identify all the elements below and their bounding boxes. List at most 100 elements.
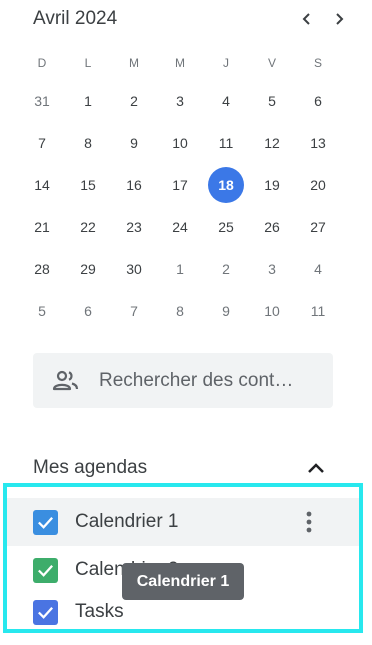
day-cell[interactable]: 6: [65, 290, 111, 332]
day-cell[interactable]: 9: [203, 290, 249, 332]
day-number: 3: [268, 261, 276, 277]
day-number: 10: [172, 135, 188, 151]
day-number: 25: [218, 219, 234, 235]
chevron-up-icon[interactable]: [302, 454, 330, 482]
day-number: 3: [176, 93, 184, 109]
day-cell[interactable]: 17: [157, 164, 203, 206]
day-cell[interactable]: 9: [111, 122, 157, 164]
chevron-left-icon: [302, 13, 310, 25]
day-cell-today[interactable]: 18: [203, 164, 249, 206]
day-number: 10: [264, 303, 280, 319]
day-cell[interactable]: 26: [249, 206, 295, 248]
day-number: 13: [310, 135, 326, 151]
next-month-button[interactable]: [326, 6, 352, 32]
mini-calendar-header: Avril 2024: [33, 6, 352, 32]
week-row: 21 22 23 24 25 26 27: [19, 206, 342, 248]
weekday-label: S: [313, 56, 322, 70]
day-number: 22: [80, 219, 96, 235]
day-cell[interactable]: 11: [203, 122, 249, 164]
day-cell[interactable]: 4: [203, 80, 249, 122]
calendar-item[interactable]: Calendrier 1: [7, 498, 359, 546]
day-cell[interactable]: 8: [65, 122, 111, 164]
day-cell[interactable]: 22: [65, 206, 111, 248]
week-row: 14 15 16 17 18 19 20: [19, 164, 342, 206]
day-cell[interactable]: 14: [19, 164, 65, 206]
day-cell[interactable]: 25: [203, 206, 249, 248]
day-number: 15: [80, 177, 96, 193]
people-search[interactable]: [33, 353, 333, 408]
day-number: 14: [34, 177, 50, 193]
people-icon: [52, 369, 80, 393]
day-number: 5: [38, 303, 46, 319]
day-cell[interactable]: 8: [157, 290, 203, 332]
checkmark-icon: [38, 564, 53, 577]
day-number: 8: [176, 303, 184, 319]
day-cell[interactable]: 21: [19, 206, 65, 248]
day-number: 11: [218, 135, 234, 151]
day-cell[interactable]: 19: [249, 164, 295, 206]
day-number: 8: [84, 135, 92, 151]
day-cell[interactable]: 3: [157, 80, 203, 122]
day-number: 2: [130, 93, 138, 109]
day-cell[interactable]: 28: [19, 248, 65, 290]
day-cell[interactable]: 24: [157, 206, 203, 248]
week-row: 31 1 2 3 4 5 6: [19, 80, 342, 122]
day-cell[interactable]: 15: [65, 164, 111, 206]
day-cell[interactable]: 10: [157, 122, 203, 164]
day-number: 6: [314, 93, 322, 109]
day-cell[interactable]: 29: [65, 248, 111, 290]
day-number: 12: [264, 135, 280, 151]
day-number: 29: [80, 261, 96, 277]
weekday-row: DLMMJVS: [19, 46, 342, 80]
day-cell[interactable]: 6: [295, 80, 341, 122]
day-cell[interactable]: 30: [111, 248, 157, 290]
day-cell[interactable]: 2: [111, 80, 157, 122]
day-number: 7: [38, 135, 46, 151]
my-calendars-header[interactable]: Mes agendas: [33, 454, 333, 482]
day-number: 4: [314, 261, 322, 277]
day-number: 1: [84, 93, 92, 109]
weekday-label: J: [223, 56, 229, 70]
day-cell[interactable]: 31: [19, 80, 65, 122]
day-cell[interactable]: 5: [249, 80, 295, 122]
month-title: Avril 2024: [33, 8, 118, 29]
day-cell[interactable]: 5: [19, 290, 65, 332]
day-cell[interactable]: 7: [111, 290, 157, 332]
day-number: 2: [222, 261, 230, 277]
weekday-label: M: [129, 56, 139, 70]
day-cell[interactable]: 1: [157, 248, 203, 290]
day-cell[interactable]: 20: [295, 164, 341, 206]
people-search-input[interactable]: [99, 369, 319, 392]
day-number: 7: [130, 303, 138, 319]
weekday-label: D: [37, 56, 47, 70]
day-cell[interactable]: 3: [249, 248, 295, 290]
calendar-label: Tasks: [75, 601, 124, 622]
day-number: 27: [310, 219, 326, 235]
day-cell[interactable]: 1: [65, 80, 111, 122]
day-number: 18: [208, 167, 244, 203]
day-cell[interactable]: 4: [295, 248, 341, 290]
calendar-label: Calendrier 1: [75, 511, 179, 532]
checkbox[interactable]: [33, 509, 58, 535]
checkbox[interactable]: [33, 599, 58, 625]
mini-calendar-grid: DLMMJVS 31 1 2 3 4 5 6 7 8 9 10 11 12 13 14 15 16 17 18 19 2…: [19, 46, 342, 332]
day-number: 23: [126, 219, 142, 235]
day-number: 26: [264, 219, 280, 235]
week-row: 7 8 9 10 11 12 13: [19, 122, 342, 164]
day-cell[interactable]: 12: [249, 122, 295, 164]
section-title: Mes agendas: [33, 457, 148, 478]
day-cell[interactable]: 13: [295, 122, 341, 164]
more-options-icon[interactable]: [297, 510, 321, 534]
tooltip: Calendrier 1: [122, 563, 244, 600]
day-cell[interactable]: 27: [295, 206, 341, 248]
day-cell[interactable]: 11: [295, 290, 341, 332]
day-cell[interactable]: 7: [19, 122, 65, 164]
day-number: 21: [34, 219, 50, 235]
checkbox[interactable]: [33, 557, 58, 583]
day-cell[interactable]: 23: [111, 206, 157, 248]
day-cell[interactable]: 10: [249, 290, 295, 332]
previous-month-button[interactable]: [294, 6, 320, 32]
day-cell[interactable]: 2: [203, 248, 249, 290]
day-cell[interactable]: 16: [111, 164, 157, 206]
day-number: 28: [34, 261, 50, 277]
